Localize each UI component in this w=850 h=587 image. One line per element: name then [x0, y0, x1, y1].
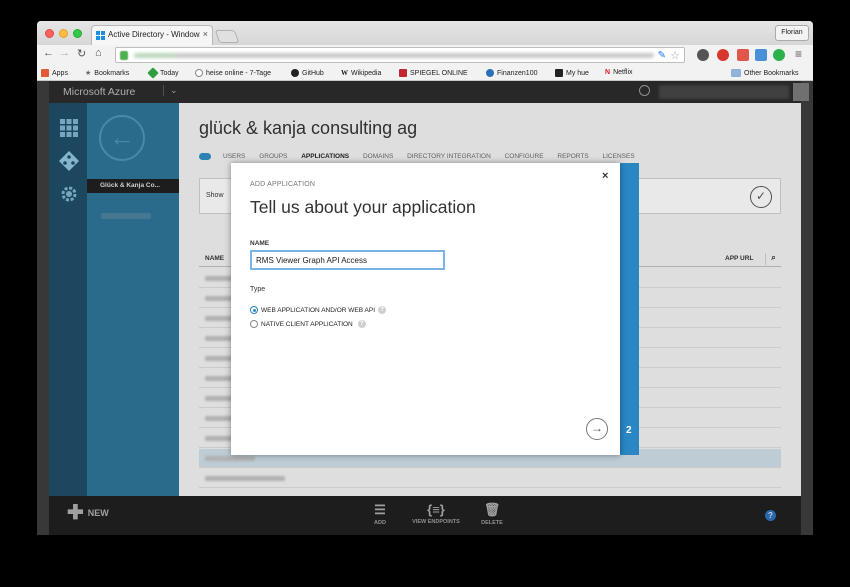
today-icon [147, 67, 159, 79]
blurred-url [134, 53, 654, 58]
help-question-icon[interactable]: ? [378, 306, 387, 314]
adblock-extension-icon[interactable] [717, 49, 729, 61]
reload-icon[interactable]: ↻ [77, 47, 86, 60]
type-option-native-client[interactable]: NATIVE CLIENT APPLICATION ? [250, 320, 366, 328]
other-bookmarks[interactable]: Other Bookmarks [731, 69, 798, 77]
help-question-icon[interactable]: ? [357, 320, 366, 328]
tab-close-icon[interactable]: × [203, 29, 208, 39]
bookmark-today[interactable]: Today [147, 67, 179, 79]
close-icon[interactable]: × [602, 170, 608, 182]
radio-button[interactable] [250, 320, 258, 328]
forward-arrow-icon[interactable]: → [59, 47, 70, 59]
spiegel-icon [399, 69, 407, 77]
application-name-input[interactable] [250, 250, 445, 270]
option-label: NATIVE CLIENT APPLICATION [261, 320, 353, 328]
lock-icon [120, 51, 128, 60]
zoom-window-button[interactable] [73, 29, 82, 38]
folder-icon [731, 69, 741, 77]
option-label: WEB APPLICATION AND/OR WEB API [261, 306, 376, 314]
bookmark-my-hue[interactable]: My hue [555, 69, 589, 77]
bookmark-wikipedia[interactable]: W Wikipedia [341, 69, 381, 77]
wizard-step-rail [620, 163, 639, 455]
close-window-button[interactable] [45, 29, 54, 38]
bookmarks-bar: Apps ★ Bookmarks Today heise online - 7-T… [37, 65, 813, 81]
dialog-subtitle: ADD APPLICATION [250, 181, 316, 188]
dialog-title: Tell us about your application [250, 197, 476, 217]
type-option-web-application[interactable]: WEB APPLICATION AND/OR WEB API ? [250, 306, 387, 314]
add-application-dialog: × ADD APPLICATION Tell us about your app… [231, 163, 620, 455]
pocket-extension-icon[interactable] [697, 49, 709, 61]
wizard-step-number: 2 [626, 425, 632, 436]
heise-icon [195, 69, 203, 77]
calendar-extension-icon[interactable] [755, 49, 767, 61]
bookmark-finanzen100[interactable]: Finanzen100 [486, 69, 537, 77]
browser-tabbar: Active Directory - Windows × Florian [37, 21, 813, 45]
back-arrow-icon[interactable]: ← [43, 47, 54, 59]
hue-icon [555, 69, 563, 77]
bookmark-apps[interactable]: Apps [41, 69, 68, 77]
bookmark-bookmarks[interactable]: ★ Bookmarks [85, 69, 129, 78]
new-tab-button[interactable] [214, 30, 240, 43]
windows-logo-icon [96, 31, 106, 41]
finanzen-icon [486, 69, 494, 77]
next-arrow-button[interactable]: → [586, 418, 608, 440]
profile-button[interactable]: Florian [775, 25, 809, 41]
type-label: Type [250, 286, 266, 293]
bookmark-github[interactable]: GitHub [291, 69, 324, 77]
menu-icon[interactable]: ≡ [795, 47, 802, 61]
minimize-window-button[interactable] [59, 29, 68, 38]
browser-toolbar: ← → ↻ ⌂ ✎ ☆ ≡ [37, 45, 813, 65]
bookmark-star-icon[interactable]: ☆ [670, 49, 680, 62]
pdf-extension-icon[interactable] [737, 49, 749, 61]
bookmark-netflix[interactable]: N Netflix [605, 69, 633, 76]
bookmark-spiegel[interactable]: SPIEGEL ONLINE [399, 69, 468, 77]
tab-title: Active Directory - Windows [108, 30, 200, 39]
bookmark-heise[interactable]: heise online - 7-Tage [195, 69, 271, 77]
apps-grid-icon [41, 69, 49, 77]
name-label: NAME [250, 240, 270, 247]
home-icon[interactable]: ⌂ [95, 47, 102, 59]
translate-icon[interactable]: ✎ [658, 50, 666, 61]
star-icon: ★ [85, 70, 92, 77]
wikipedia-icon: W [341, 69, 348, 77]
radio-button-selected[interactable] [250, 306, 258, 314]
feedly-extension-icon[interactable] [773, 49, 785, 61]
netflix-icon: N [605, 69, 611, 76]
address-bar[interactable]: ✎ ☆ [115, 47, 685, 63]
github-icon [291, 69, 299, 77]
browser-tab-active-directory[interactable]: Active Directory - Windows × [91, 25, 213, 45]
